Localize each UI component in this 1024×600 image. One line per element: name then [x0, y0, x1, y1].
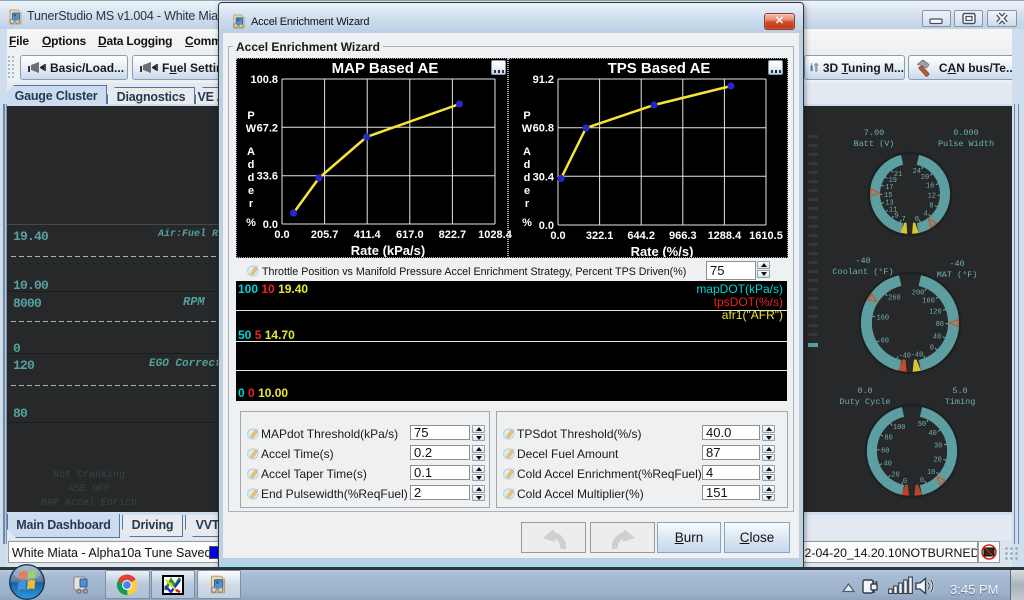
svg-text:d: d — [524, 172, 531, 184]
svg-text:0: 0 — [920, 477, 924, 485]
svg-text:7.00: 7.00 — [864, 128, 884, 138]
svg-text:80: 80 — [884, 434, 892, 442]
svg-text:0.0: 0.0 — [857, 386, 872, 396]
svg-text:MAT (°F): MAT (°F) — [937, 270, 978, 280]
svg-text:20: 20 — [921, 174, 929, 182]
svg-text:W: W — [522, 123, 533, 135]
svg-text:60.8: 60.8 — [533, 123, 554, 135]
svg-text:A: A — [247, 146, 255, 158]
svg-text:12: 12 — [928, 193, 936, 201]
svg-text:617.0: 617.0 — [396, 229, 424, 241]
svg-text:120: 120 — [929, 308, 942, 316]
svg-text:MAP Based AE: MAP Based AE — [332, 60, 439, 77]
svg-text:40: 40 — [884, 461, 892, 469]
svg-text:Coolant (°F): Coolant (°F) — [832, 267, 893, 277]
svg-text:1610.5: 1610.5 — [749, 230, 783, 242]
svg-text:91.2: 91.2 — [533, 74, 554, 86]
svg-text:%: % — [522, 217, 532, 229]
svg-text:24: 24 — [913, 168, 921, 176]
svg-text:15: 15 — [884, 192, 892, 200]
svg-text:0.000: 0.000 — [953, 128, 979, 138]
svg-text:21: 21 — [894, 171, 902, 179]
svg-text:966.3: 966.3 — [669, 230, 697, 242]
svg-text:40: 40 — [933, 334, 941, 342]
svg-text:Pulse Width: Pulse Width — [938, 139, 994, 149]
svg-text:1288.4: 1288.4 — [708, 230, 743, 242]
svg-text:d: d — [248, 159, 255, 171]
svg-text:-40: -40 — [855, 256, 870, 266]
svg-text:Duty Cycle: Duty Cycle — [839, 397, 890, 407]
svg-text:20: 20 — [933, 457, 941, 465]
svg-text:205.7: 205.7 — [311, 229, 339, 241]
svg-text:e: e — [248, 185, 254, 197]
svg-text:644.2: 644.2 — [627, 230, 655, 242]
svg-text:-40: -40 — [898, 352, 911, 360]
svg-text:TPS Based AE: TPS Based AE — [608, 60, 711, 77]
svg-text:0: 0 — [930, 345, 934, 353]
svg-text:50: 50 — [918, 421, 926, 429]
svg-text:60: 60 — [881, 337, 889, 345]
svg-text:100: 100 — [893, 424, 906, 432]
svg-text:r: r — [525, 198, 530, 210]
svg-text:4: 4 — [923, 211, 927, 219]
svg-text:40: 40 — [928, 430, 936, 438]
svg-text:0.0: 0.0 — [550, 230, 565, 242]
svg-text:13: 13 — [885, 200, 893, 208]
svg-text:10: 10 — [927, 469, 935, 477]
svg-text:d: d — [524, 159, 531, 171]
svg-text:d: d — [248, 172, 255, 184]
svg-text:0: 0 — [915, 216, 919, 224]
svg-text:A: A — [523, 146, 531, 158]
svg-text:%: % — [246, 217, 256, 229]
svg-text:Rate (kPa/s): Rate (kPa/s) — [351, 243, 425, 257]
svg-text:8: 8 — [929, 202, 933, 210]
svg-text:260: 260 — [888, 294, 901, 302]
svg-text:60: 60 — [881, 447, 889, 455]
svg-text:11: 11 — [889, 207, 897, 215]
svg-text:5.0: 5.0 — [952, 386, 967, 396]
svg-text:W: W — [246, 123, 257, 135]
svg-text:Rate (%/s): Rate (%/s) — [631, 244, 694, 257]
svg-text:20: 20 — [891, 472, 899, 480]
svg-text:30.4: 30.4 — [533, 171, 555, 183]
svg-text:80: 80 — [936, 321, 944, 329]
svg-text:r: r — [249, 198, 254, 210]
svg-text:822.7: 822.7 — [439, 229, 467, 241]
svg-text:-40: -40 — [949, 259, 964, 269]
svg-text:P: P — [247, 110, 254, 122]
svg-text:-40: -40 — [911, 352, 924, 360]
svg-text:17: 17 — [885, 184, 893, 192]
svg-text:Timing: Timing — [945, 397, 976, 407]
svg-text:16: 16 — [926, 183, 934, 191]
svg-text:e: e — [524, 185, 530, 197]
svg-text:67.2: 67.2 — [257, 122, 278, 134]
svg-text:160: 160 — [877, 315, 890, 323]
svg-text:30: 30 — [934, 443, 942, 451]
svg-text:33.6: 33.6 — [257, 171, 278, 183]
svg-text:Batt (V): Batt (V) — [854, 139, 895, 149]
svg-text:411.4: 411.4 — [354, 229, 382, 241]
svg-text:322.1: 322.1 — [586, 230, 614, 242]
svg-text:0.0: 0.0 — [274, 229, 289, 241]
svg-text:160: 160 — [922, 297, 935, 305]
svg-text:100.8: 100.8 — [250, 74, 278, 86]
svg-text:P: P — [523, 110, 530, 122]
